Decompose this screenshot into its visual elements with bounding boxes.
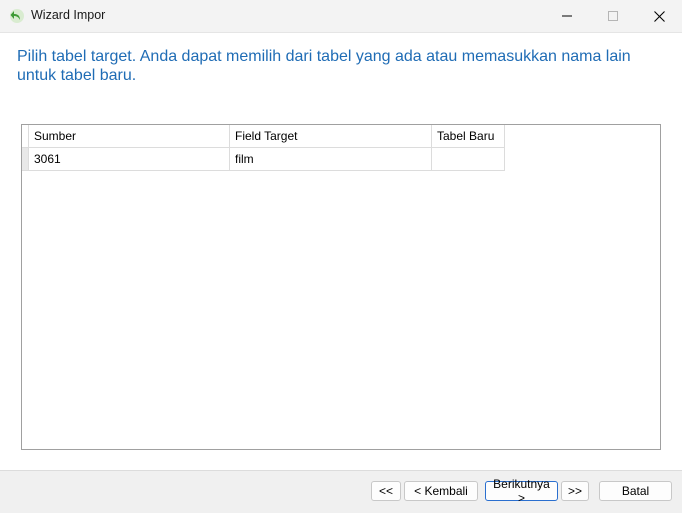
cancel-button[interactable]: Batal: [599, 481, 672, 501]
table-header-row: Sumber Field Target Tabel Baru: [22, 125, 505, 148]
first-page-button[interactable]: <<: [371, 481, 401, 501]
close-icon: [653, 10, 665, 22]
instruction-text: Pilih tabel target. Anda dapat memilih d…: [17, 48, 631, 84]
back-button[interactable]: < Kembali: [404, 481, 478, 501]
maximize-button[interactable]: [590, 0, 636, 32]
column-header-source[interactable]: Sumber: [28, 125, 230, 148]
minimize-button[interactable]: [544, 0, 590, 32]
source-cell[interactable]: 3061: [28, 147, 230, 171]
column-header-new-table[interactable]: Tabel Baru: [431, 125, 505, 148]
window-title: Wizard Impor: [31, 8, 106, 22]
next-button[interactable]: Berikutnya >: [485, 477, 558, 505]
column-header-target[interactable]: Field Target: [229, 125, 432, 148]
new-table-cell[interactable]: [431, 147, 505, 171]
title-bar: Wizard Impor: [0, 0, 682, 33]
target-cell[interactable]: film: [229, 147, 432, 171]
import-wizard-icon: [9, 8, 25, 24]
last-page-button[interactable]: >>: [561, 481, 589, 501]
close-button[interactable]: [636, 0, 682, 32]
button-bar: << < Kembali Berikutnya > >> Batal: [0, 470, 682, 513]
mapping-table: Sumber Field Target Tabel Baru 3061 film: [22, 125, 505, 171]
table-row[interactable]: 3061 film: [22, 147, 505, 171]
mapping-grid[interactable]: Sumber Field Target Tabel Baru 3061 film: [21, 124, 661, 450]
